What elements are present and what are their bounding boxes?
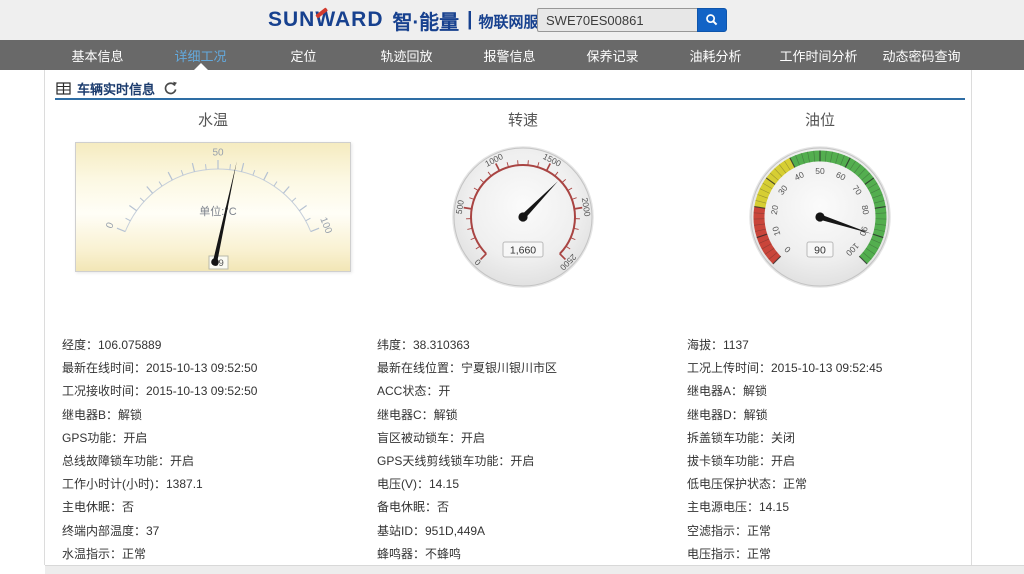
svg-text:50: 50 [212,148,224,159]
info-field: 主电休眠：否 [62,495,374,518]
nav-tab-4[interactable]: 报警信息 [458,40,561,70]
logo-divider: | [467,9,472,31]
svg-text:1,660: 1,660 [510,245,536,257]
info-field: 经度：106.075889 [62,333,374,356]
info-column-middle: 纬度：38.310363最新在线位置：宁夏银川银川市区ACC状态：开继电器C：解… [377,333,685,565]
info-field: 空滤指示：正常 [687,519,969,542]
svg-text:单位:°C: 单位:°C [199,204,236,218]
info-field: 工作小时计(小时)：1387.1 [62,472,374,495]
nav-tab-8[interactable]: 动态密码查询 [870,40,973,70]
section-divider [55,98,965,100]
svg-text:0: 0 [104,221,116,231]
info-field: 电压(V)：14.15 [377,472,685,495]
info-field: 主电源电压：14.15 [687,495,969,518]
content-right-border [971,70,972,565]
section-header: 车辆实时信息 [56,80,177,96]
info-field: 水温指示：正常 [62,542,374,565]
nav-tab-7[interactable]: 工作时间分析 [767,40,870,70]
nav-tab-6[interactable]: 油耗分析 [664,40,767,70]
info-field: 基站ID：951D,449A [377,519,685,542]
info-field: 盲区被动锁车：开启 [377,426,685,449]
nav-tab-3[interactable]: 轨迹回放 [355,40,458,70]
refresh-icon [163,81,177,95]
info-field: 继电器C：解锁 [377,403,685,426]
app-header: SUNWARD 智·能量 | 物联网服务平台 [0,0,1024,40]
nav-tab-5[interactable]: 保养记录 [561,40,664,70]
nav-tab-1[interactable]: 详细工况 [149,40,252,70]
nav-bar: 基本信息详细工况定位轨迹回放报警信息保养记录油耗分析工作时间分析动态密码查询 [0,40,1024,70]
brand-wordmark: SUNWARD [268,8,384,32]
info-field: 继电器D：解锁 [687,403,969,426]
refresh-button[interactable] [163,81,177,95]
nav-tab-2[interactable]: 定位 [252,40,355,70]
info-field: GPS天线剪线锁车功能：开启 [377,449,685,472]
search-input[interactable] [537,8,697,32]
info-field: 继电器B：解锁 [62,403,374,426]
info-field: 最新在线位置：宁夏银川银川市区 [377,356,685,379]
info-field: 最新在线时间：2015-10-13 09:52:50 [62,356,374,379]
ledger-icon [56,82,71,95]
gauge-title-water-temp: 水温 [143,109,283,130]
water-temp-dial: 050100单位:°C59 [76,143,350,271]
svg-text:80: 80 [860,204,871,215]
svg-text:90: 90 [814,245,826,257]
info-field: 终端内部温度：37 [62,519,374,542]
svg-text:100: 100 [317,216,334,236]
info-field: 拔卡锁车功能：开启 [687,449,969,472]
nav-tab-0[interactable]: 基本信息 [46,40,149,70]
info-field: 总线故障锁车功能：开启 [62,449,374,472]
water-temp-gauge: 050100单位:°C59 [75,142,351,272]
info-field: 备电休眠：否 [377,495,685,518]
gauge-title-rpm: 转速 [453,109,593,130]
magnifier-icon [705,13,719,27]
section-title: 车辆实时信息 [77,79,155,98]
app-screen: SUNWARD 智·能量 | 物联网服务平台 基本信息详细工况定位轨迹回放报警信… [0,0,1024,574]
info-column-left: 经度：106.075889最新在线时间：2015-10-13 09:52:50工… [62,333,374,565]
search-button[interactable] [697,8,727,32]
brand-product-name: 智·能量 [393,6,460,35]
svg-text:50: 50 [815,166,825,176]
content-left-border [44,70,45,565]
info-field: 继电器A：解锁 [687,379,969,402]
info-field: 工况上传时间：2015-10-13 09:52:45 [687,356,969,379]
svg-text:20: 20 [769,204,780,215]
info-field: 蜂鸣器：不蜂鸣 [377,542,685,565]
info-field: 低电压保护状态：正常 [687,472,969,495]
info-column-right: 海拔：1137工况上传时间：2015-10-13 09:52:45继电器A：解锁… [687,333,969,565]
info-field: 纬度：38.310363 [377,333,685,356]
info-field: 拆盖锁车功能：关闭 [687,426,969,449]
fuel-gauge: 010203040506070809010090 [745,142,895,292]
info-field: 电压指示：正常 [687,542,969,565]
info-field: GPS功能：开启 [62,426,374,449]
rpm-gauge: 050010001500200025001,660 [448,142,598,292]
info-field: 海拔：1137 [687,333,969,356]
info-field: 工况接收时间：2015-10-13 09:52:50 [62,379,374,402]
content-bottom-strip [45,565,1024,574]
vehicle-search [537,8,727,32]
info-field: ACC状态：开 [377,379,685,402]
gauge-title-fuel: 油位 [750,109,890,130]
